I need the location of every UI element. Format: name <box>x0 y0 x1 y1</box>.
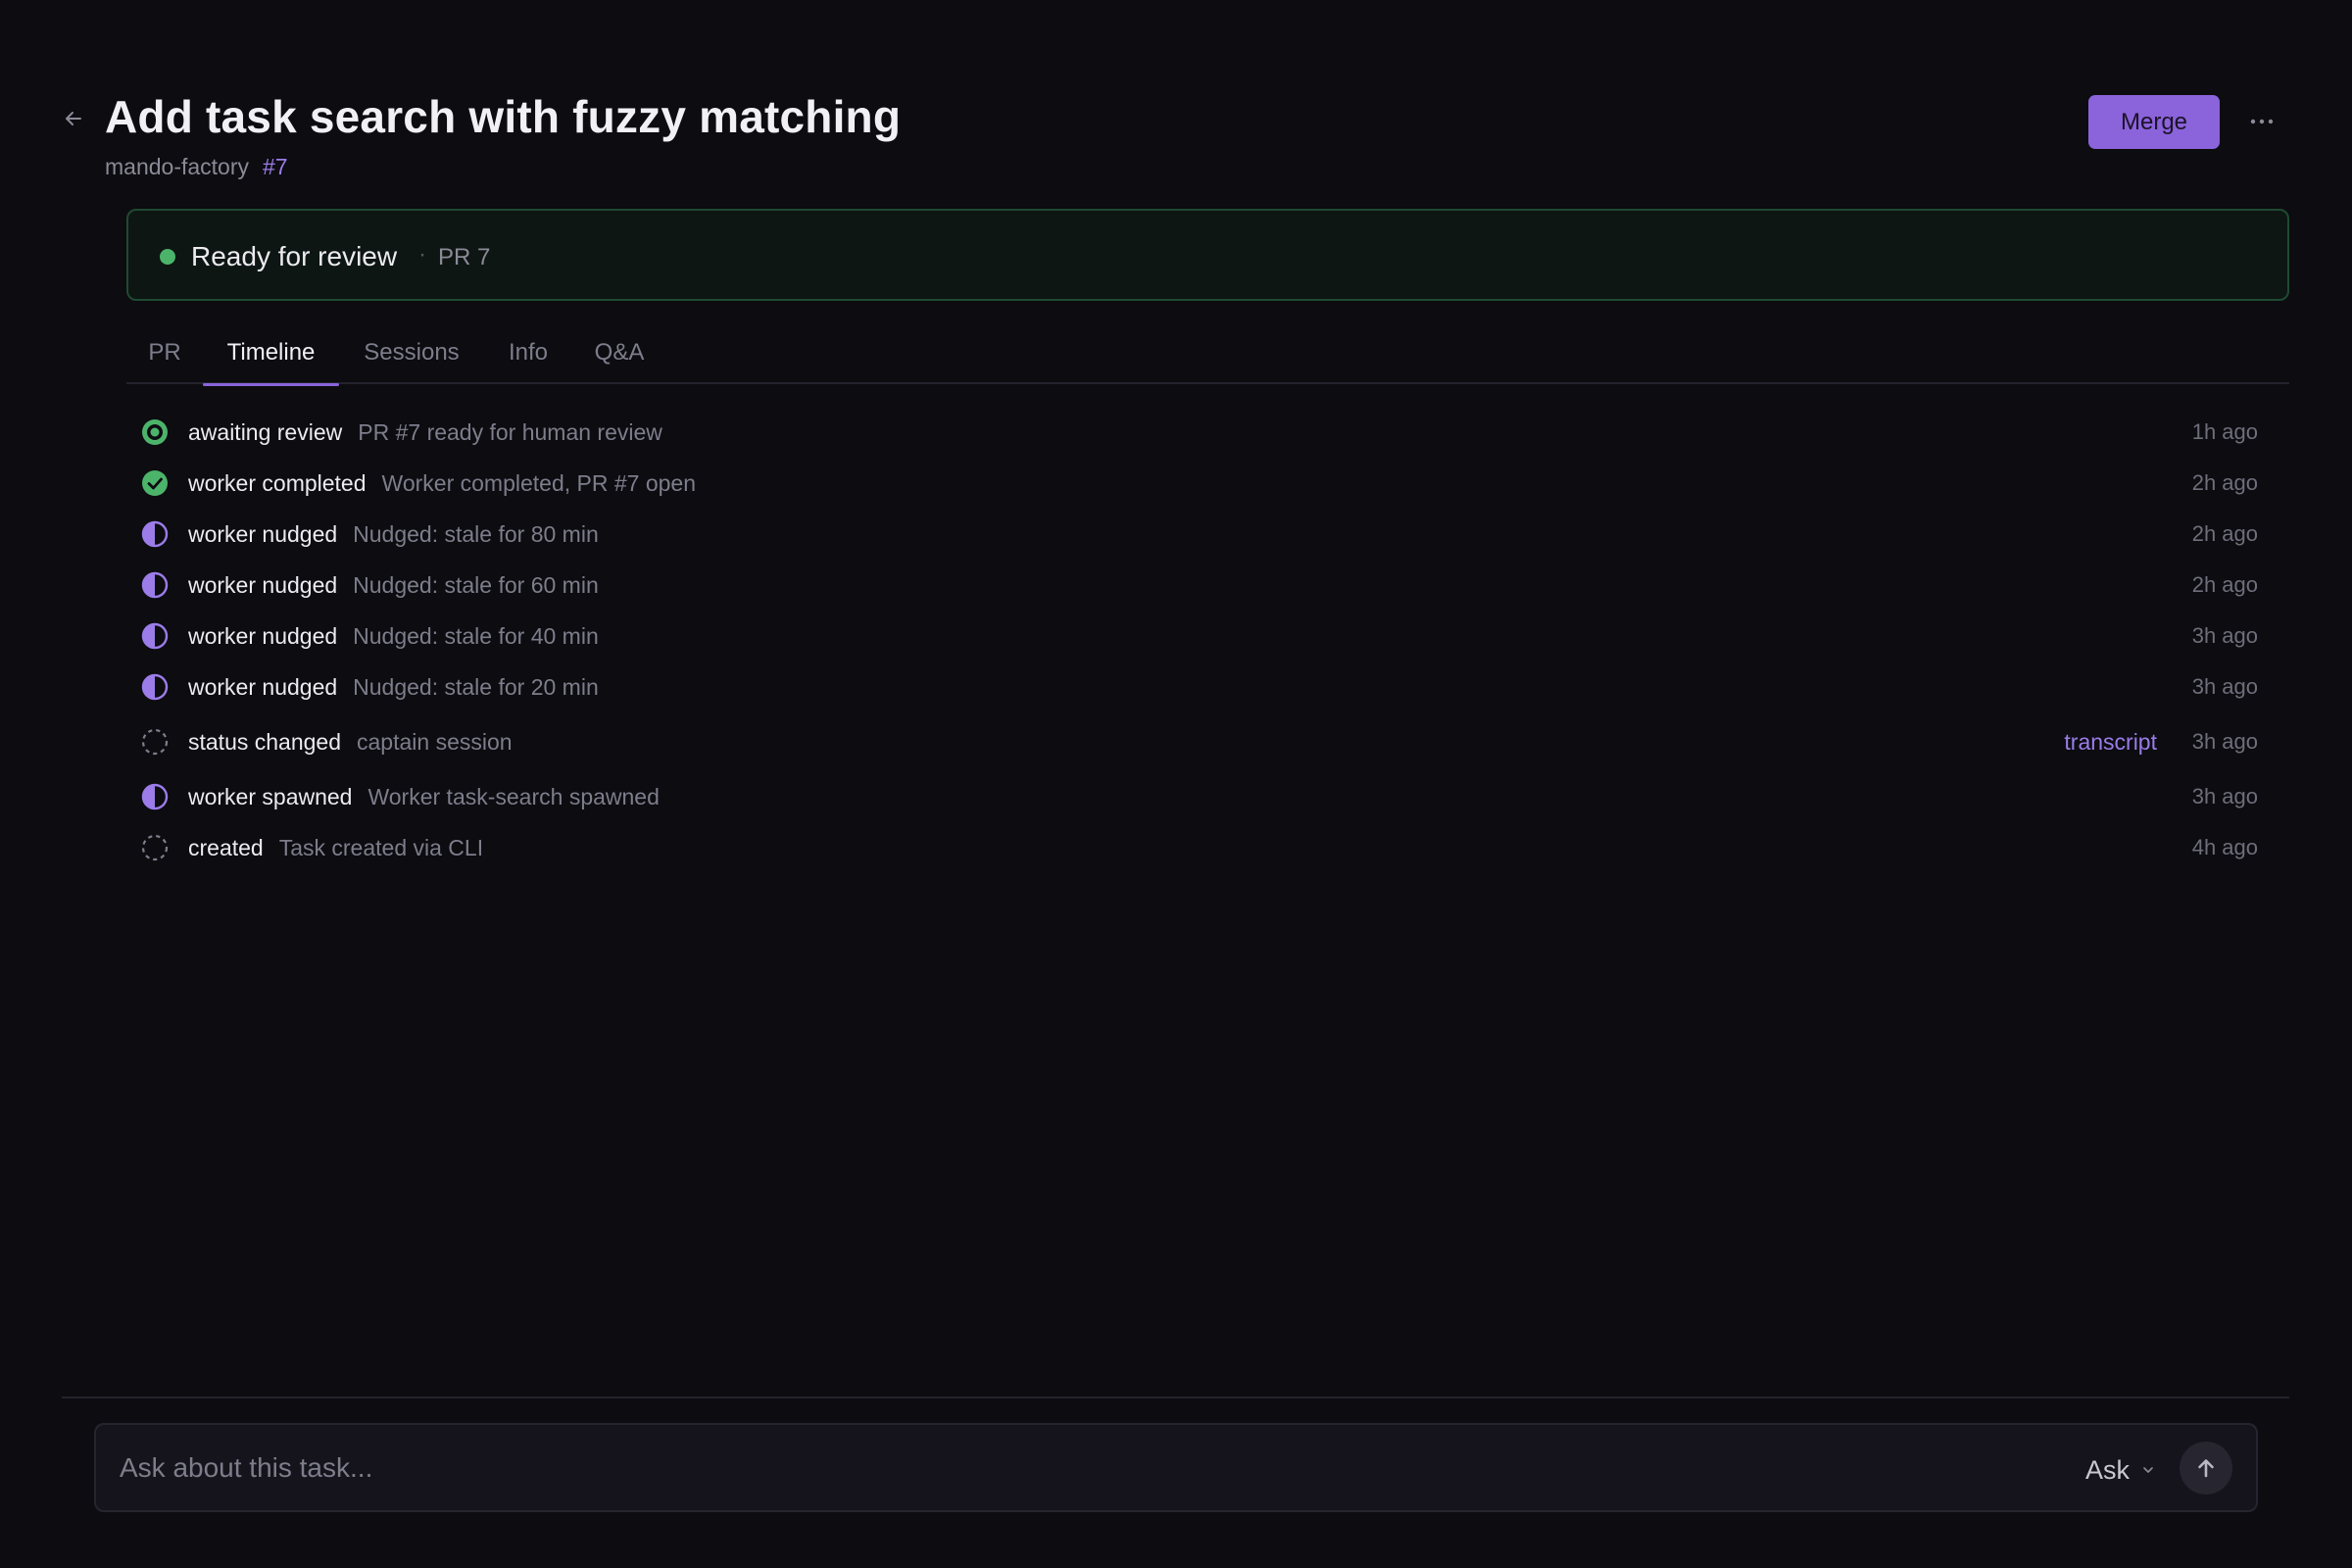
bottom-divider <box>62 1396 2289 1398</box>
mode-label: Ask <box>2085 1454 2131 1485</box>
half-circle-icon <box>141 571 169 599</box>
event-type: worker nudged Nudged: stale for 40 min <box>188 623 599 649</box>
merge-button[interactable]: Merge <box>2088 95 2220 149</box>
event-type: status changed captain session <box>188 729 513 755</box>
event-time: 2h ago <box>2191 470 2258 495</box>
event-description: Worker task-search spawned <box>368 784 660 809</box>
timeline-event: worker spawned Worker task-search spawned… <box>126 776 2258 815</box>
event-time: 2h ago <box>2191 572 2258 597</box>
tab-timeline[interactable]: Timeline <box>203 339 339 386</box>
event-description: Task created via CLI <box>278 835 484 860</box>
status-text: Ready for review <box>191 241 398 271</box>
check-circle-icon <box>141 469 169 497</box>
event-time: 1h ago <box>2191 419 2258 444</box>
event-description: Nudged: stale for 40 min <box>353 623 599 649</box>
event-time: 3h ago <box>2191 674 2258 699</box>
task-detail-page: Add task search with fuzzy matching mand… <box>0 0 2352 1568</box>
event-type: worker nudged Nudged: stale for 60 min <box>188 572 599 598</box>
task-number-link[interactable]: #7 <box>263 154 288 179</box>
event-description: Nudged: stale for 20 min <box>353 674 599 700</box>
half-circle-icon <box>141 520 169 548</box>
task-subtitle: mando-factory #7 <box>105 154 288 180</box>
tab-pr[interactable]: PR <box>148 339 181 384</box>
tab-bar: PR Timeline Sessions Info Q&A <box>126 331 2289 386</box>
status-banner: Ready for review · PR 7 <box>126 209 2289 301</box>
timeline-event: created Task created via CLI 4h ago <box>126 827 2258 866</box>
arrow-up-icon <box>2198 1459 2214 1478</box>
timeline-event: worker nudged Nudged: stale for 20 min 3h… <box>126 666 2258 706</box>
status-ring-icon <box>141 418 169 446</box>
event-description: Nudged: stale for 60 min <box>353 572 599 598</box>
timeline-event: worker completed Worker completed, PR #7 … <box>126 463 2258 502</box>
timeline-event: worker nudged Nudged: stale for 80 min 2h… <box>126 514 2258 553</box>
mode-dropdown[interactable]: Ask <box>2085 1450 2153 1490</box>
half-circle-icon <box>141 673 169 701</box>
event-type: worker completed Worker completed, PR #7 … <box>188 470 696 496</box>
status-separator: · <box>418 241 426 268</box>
timeline-event: worker nudged Nudged: stale for 40 min 3h… <box>126 615 2258 655</box>
repo-name: mando-factory <box>105 154 250 179</box>
event-description: Nudged: stale for 80 min <box>353 521 599 547</box>
event-description: Worker completed, PR #7 open <box>381 470 696 496</box>
dashed-circle-icon <box>141 834 169 861</box>
event-type: awaiting review PR #7 ready for human rev… <box>188 419 662 445</box>
ask-input[interactable] <box>120 1446 2031 1490</box>
status-dot-icon <box>160 249 175 265</box>
timeline-event: awaiting review PR #7 ready for human rev… <box>126 412 2258 451</box>
timeline-event: status changed captain session transcript… <box>126 721 2258 760</box>
back-arrow-icon[interactable] <box>59 104 88 133</box>
event-time: 3h ago <box>2191 784 2258 808</box>
pr-reference: PR 7 <box>438 244 491 270</box>
send-button[interactable] <box>2180 1442 2232 1494</box>
half-circle-icon <box>141 622 169 650</box>
event-time: 4h ago <box>2191 835 2258 859</box>
transcript-link[interactable]: transcript <box>2064 729 2157 756</box>
page-title: Add task search with fuzzy matching <box>105 91 902 142</box>
event-type: worker nudged Nudged: stale for 20 min <box>188 674 599 700</box>
ask-bar: Ask <box>94 1423 2258 1512</box>
chevron-down-icon <box>2143 1461 2153 1479</box>
tab-qa[interactable]: Q&A <box>594 339 645 384</box>
dashed-circle-icon <box>141 728 169 756</box>
event-type: worker nudged Nudged: stale for 80 min <box>188 521 599 547</box>
event-type: created Task created via CLI <box>188 835 484 860</box>
tab-info[interactable]: Info <box>507 339 550 384</box>
tab-sessions[interactable]: Sessions <box>363 339 461 384</box>
event-description: PR #7 ready for human review <box>358 419 662 445</box>
half-circle-icon <box>141 783 169 810</box>
event-time: 3h ago <box>2191 623 2258 648</box>
more-options-icon[interactable] <box>2242 102 2281 141</box>
event-time: 3h ago <box>2191 729 2258 754</box>
event-time: 2h ago <box>2191 521 2258 546</box>
event-type: worker spawned Worker task-search spawned <box>188 784 660 809</box>
event-description: captain session <box>357 729 513 755</box>
timeline-event: worker nudged Nudged: stale for 60 min 2h… <box>126 564 2258 604</box>
